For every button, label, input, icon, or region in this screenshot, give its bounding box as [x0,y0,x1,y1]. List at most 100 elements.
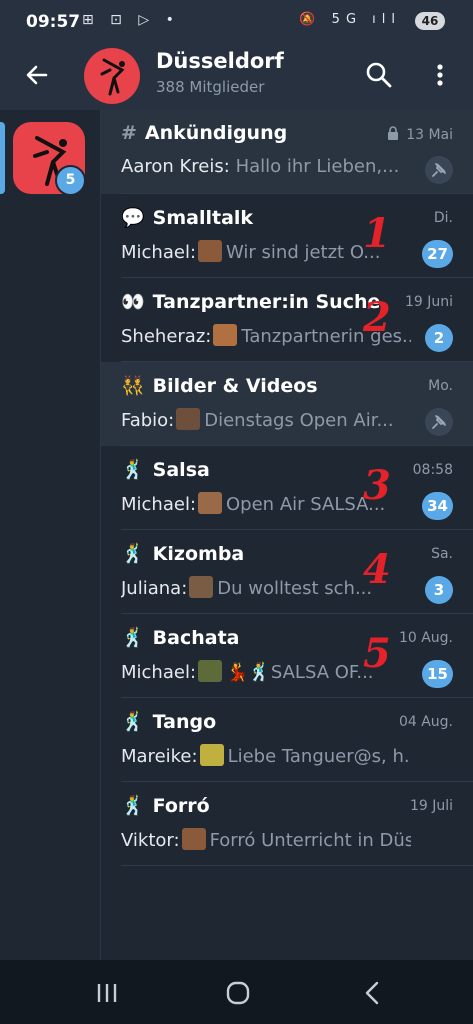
topic-date: Di. [434,210,453,226]
media-thumbnail [181,828,206,850]
topic-title: # Ankündigung [121,122,287,144]
topic-date-text: 08:58 [412,462,453,478]
topic-title: 🕺 Bachata [121,626,240,649]
topic-title-text: Bilder & Videos [152,375,318,397]
message-sender: Michael: [121,662,197,683]
annotation-number: 1 [363,210,391,257]
topic-date-text: 19 Juli [409,798,453,814]
back-nav-icon[interactable] [358,978,388,1008]
home-icon[interactable] [223,978,253,1008]
message-text: Liebe Tanguer@s, h... [227,746,411,767]
back-arrow-icon[interactable] [22,60,52,90]
topic-emoji-icon: 🕺 [121,543,145,565]
topic-emoji-icon: 🕺 [121,711,145,733]
message-text: Du wolltest sch... [217,578,373,599]
media-thumbnail [213,324,238,346]
topic-title-text: Ankündigung [144,122,288,144]
annotation-number: 2 [363,294,391,341]
unread-count-badge: 3 [425,576,453,604]
system-nav-bar [0,960,473,1024]
topic-row[interactable]: 👯 Bilder & Videos Mo. Fabio: Dienstags Open … [101,362,473,446]
topic-row[interactable]: # Ankündigung 13 Mai Aaron Kreis: Hallo ihr… [101,110,473,194]
topic-date-text: 19 Juni [404,294,453,310]
message-text: Dienstags Open Air... [204,410,394,431]
topic-date: Sa. [431,546,453,562]
media-thumbnail [198,492,223,514]
unread-count-badge: 2 [425,324,453,352]
topic-last-message: Aaron Kreis: Hallo ihr Lieben,... [121,156,411,177]
status-time: 09:57 [26,12,81,32]
topic-row[interactable]: 🕺 Tango 04 Aug. Mareike: Liebe Tanguer@s, h.… [101,698,473,782]
group-avatar[interactable] [84,48,140,104]
topic-date-text: 10 Aug. [398,630,453,646]
topic-title: 💬 Smalltalk [121,206,253,229]
topic-title-text: Smalltalk [152,207,254,229]
message-sender: Mareike: [121,746,198,767]
topic-title: 👯 Bilder & Videos [121,374,318,397]
media-thumbnail [189,576,214,598]
message-sender: Michael: [121,494,197,515]
message-sender: Michael: [121,242,197,263]
annotation-number: 5 [363,630,391,677]
topic-row[interactable]: 🕺 Bachata 10 Aug. Michael: 💃🕺SALSA OF... 15 5 [101,614,473,698]
unread-count-badge: 15 [422,660,453,688]
media-thumbnail [198,240,223,262]
topic-date: 08:58 [413,462,453,478]
topic-row[interactable]: 🕺 Kizomba Sa. Juliana: Du wolltest sch... 3 4 [101,530,473,614]
topic-date: 04 Aug. [399,714,453,730]
topic-title-text: Bachata [152,627,240,649]
topic-emoji-icon: 💬 [121,207,145,229]
row-divider [121,865,473,866]
topic-row[interactable]: 👀 Tanzpartner:in Suche 19 Juni Sheheraz: Tan… [101,278,473,362]
topic-title: 🕺 Tango [121,710,216,733]
message-sender: Juliana: [121,578,188,599]
topic-title-text: Tanzpartner:in Suche [152,291,381,313]
topic-date-text: 04 Aug. [398,714,453,730]
topic-date-text: Mo. [428,378,453,394]
topic-date: Mo. [428,378,453,394]
search-icon[interactable] [364,60,394,90]
message-text: 💃🕺SALSA OF... [226,662,374,683]
topic-row[interactable]: 🕺 Salsa 08:58 Michael: Open Air SALSA... 34 3 [101,446,473,530]
message-sender: Aaron Kreis: [121,156,230,177]
media-thumbnail [176,408,201,430]
status-notification-icons: ⊞ ⊡ ▷ • [82,12,180,28]
group-title[interactable]: Düsseldorf [156,49,284,73]
topic-list: # Ankündigung 13 Mai Aaron Kreis: Hallo ihr… [101,110,473,960]
recent-apps-icon[interactable] [92,978,122,1008]
lock-icon [388,126,399,140]
message-text: Wir sind jetzt O... [226,242,381,263]
topic-row[interactable]: 💬 Smalltalk Di. Michael: Wir sind jetzt O...… [101,194,473,278]
topic-date: 13 Mai [386,126,453,143]
topic-last-message: Fabio: Dienstags Open Air... [121,408,411,431]
annotation-number: 4 [363,546,391,593]
battery-icon: 46 [415,12,445,30]
topic-emoji-icon: 👀 [121,291,145,313]
topic-date: 19 Juni [405,294,453,310]
unread-count-badge: 34 [422,492,453,520]
topic-title: 🕺 Kizomba [121,542,244,565]
topic-row[interactable]: 🕺 Forró 19 Juli Viktor: Forró Unterricht in … [101,782,473,866]
pin-icon [425,156,453,184]
topic-last-message: Viktor: Forró Unterricht in Düs... [121,828,411,851]
topic-emoji-icon: 🕺 [121,459,145,481]
topic-emoji-icon: 👯 [121,375,145,397]
group-member-count: 388 Mitglieder [156,78,265,96]
status-system-icons: 🔕 5G ıll [299,12,401,27]
topic-title-text: Tango [152,711,217,733]
more-options-icon[interactable] [430,60,450,90]
message-sender: Sheheraz: [121,326,212,347]
message-sender: Fabio: [121,410,175,431]
topic-title-text: Kizomba [152,543,245,565]
topic-date-text: 13 Mai [406,127,453,143]
media-thumbnail [198,660,223,682]
message-text: Forró Unterricht in Düs... [209,830,411,851]
topic-date-text: Di. [433,210,453,226]
unread-count-badge: 27 [422,240,453,268]
dancer-logo-icon [100,58,125,96]
group-sidebar: 5 [0,110,101,960]
topic-date: 19 Juli [410,798,453,814]
message-text: Hallo ihr Lieben,... [235,156,400,177]
topic-title: 👀 Tanzpartner:in Suche [121,290,380,313]
media-thumbnail [199,744,224,766]
